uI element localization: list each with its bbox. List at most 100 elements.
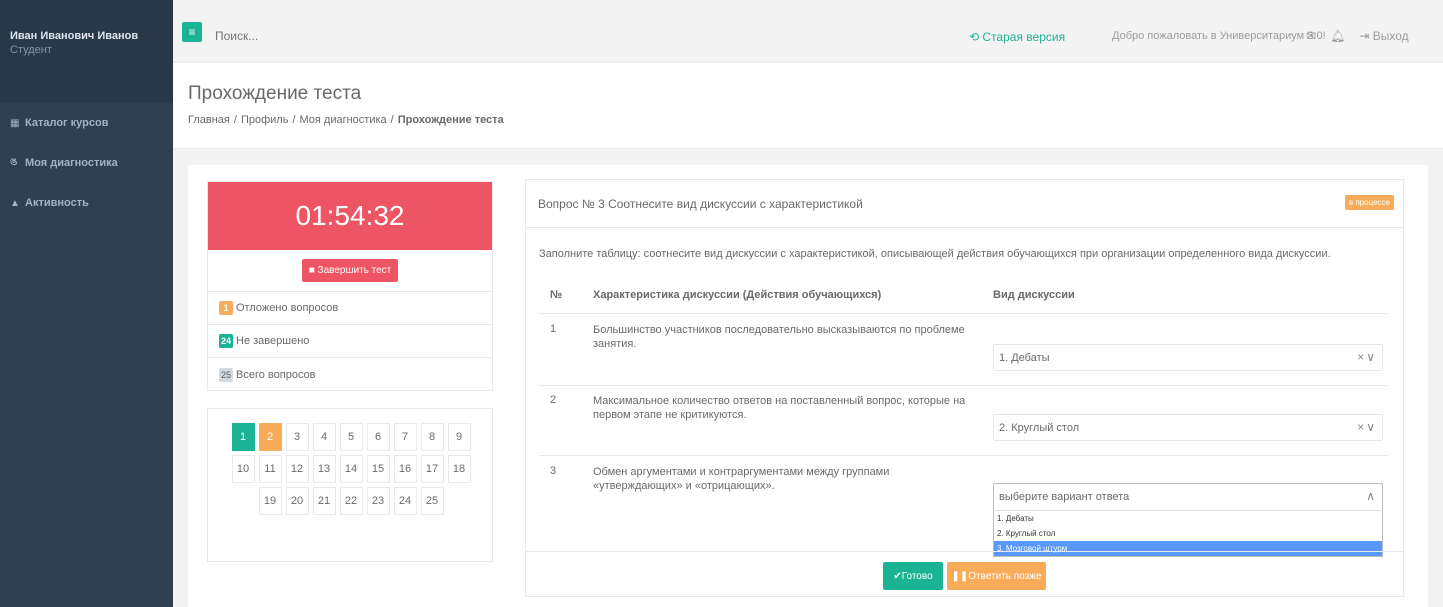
breadcrumb: Главная / Профиль / Моя диагностика / Прохожде… xyxy=(188,114,504,126)
stop-icon: ■ xyxy=(308,265,315,276)
row-characteristic: Большинство участников последовательно в… xyxy=(593,324,965,350)
header-characteristic: Характеристика дискуссии (Действия обуча… xyxy=(593,289,882,301)
user-profile: Иван Иванович Иванов Студент xyxy=(0,0,173,103)
clear-icon[interactable]: × xyxy=(1357,420,1366,434)
header-kind: Вид дискуссии xyxy=(993,289,1075,301)
breadcrumb-home[interactable]: Главная xyxy=(188,114,230,126)
question-number-15[interactable]: 15 xyxy=(366,455,390,483)
question-number-17[interactable]: 17 xyxy=(420,455,444,483)
bell-icon[interactable]: 🔔︎ xyxy=(1330,29,1345,43)
question-navigator: 1 2 3 4 5 6 7 8 9 10 11 12 13 14 15 16 17 18 19 20 21 22 23 24 2… xyxy=(207,408,493,562)
selected-value: 2. Круглый стол xyxy=(999,421,1080,434)
sidebar-item-label: Моя диагностика xyxy=(25,157,118,169)
menu-toggle-button[interactable]: ≡ xyxy=(182,22,202,42)
selected-value: 1. Дебаты xyxy=(999,351,1050,364)
question-instructions: Заполните таблицу: соотнесите вид дискус… xyxy=(539,248,1331,260)
dropdown-option-highlighted[interactable]: 3. Мозговой штурм xyxy=(994,541,1382,556)
th-large-icon: ▦ xyxy=(10,117,20,129)
question-number-5[interactable]: 5 xyxy=(339,423,363,451)
question-number-11[interactable]: 11 xyxy=(258,455,282,483)
top-icons: ✉ 🔔︎ ⇥ Выход xyxy=(1306,29,1409,43)
sidebar: Иван Иванович Иванов Студент ▦ Каталог к… xyxy=(0,0,173,607)
welcome-message: Добро пожаловать в Университариум 3.0! xyxy=(1112,30,1326,42)
logout-link[interactable]: ⇥ Выход xyxy=(1359,29,1408,43)
sidebar-item-catalog[interactable]: ▦ Каталог курсов xyxy=(0,103,173,143)
sidebar-item-diagnostics[interactable]: ঙ Моя диагностика xyxy=(0,143,173,183)
topbar: ≡ ⟲ Старая версия Добро пожаловать в Уни… xyxy=(173,0,1443,63)
user-role: Студент xyxy=(10,44,52,56)
sidebar-item-label: Каталог курсов xyxy=(25,117,109,129)
answer-later-button[interactable]: ❚❚Ответить позже xyxy=(947,562,1046,590)
question-number-9[interactable]: 9 xyxy=(447,423,471,451)
ready-button[interactable]: ✔Готово xyxy=(883,562,943,590)
question-number-8[interactable]: 8 xyxy=(420,423,444,451)
question-grid: 1 2 3 4 5 6 7 8 9 10 11 12 13 14 15 16 17 18 19 20 21 22 23 24 2… xyxy=(229,423,473,515)
page-title: Прохождение теста xyxy=(188,83,362,104)
timer: 01:54:32 xyxy=(208,182,492,250)
question-number-18[interactable]: 18 xyxy=(447,455,471,483)
envelope-icon[interactable]: ✉ xyxy=(1306,29,1316,43)
header-num: № xyxy=(550,289,563,301)
row-num: 3 xyxy=(550,465,557,477)
bars-icon: ≡ xyxy=(188,25,196,39)
status-badge: в процессе xyxy=(1344,195,1394,210)
breadcrumb-profile[interactable]: Профиль xyxy=(241,114,289,126)
question-number-4[interactable]: 4 xyxy=(312,423,336,451)
check-icon: ✔ xyxy=(893,570,902,582)
breadcrumb-current: Прохождение теста xyxy=(397,114,504,126)
question-number-22[interactable]: 22 xyxy=(339,487,363,515)
question-number-24[interactable]: 24 xyxy=(393,487,417,515)
finish-test-button[interactable]: ■ Завершить тест xyxy=(301,259,399,282)
recycle-icon: ⟲ xyxy=(969,30,980,44)
count-badge: 25 xyxy=(219,367,234,382)
question-number-6[interactable]: 6 xyxy=(366,423,390,451)
kind-select-1[interactable]: 1. Дебаты ×∨ xyxy=(993,344,1383,371)
count-badge: 1 xyxy=(219,301,233,315)
dropdown-option[interactable]: 2. Круглый стол xyxy=(994,526,1382,541)
question-number-13[interactable]: 13 xyxy=(312,455,336,483)
select-placeholder: выберите вариант ответа xyxy=(999,491,1130,503)
kind-select-2[interactable]: 2. Круглый стол ×∨ xyxy=(993,414,1383,441)
question-number-1[interactable]: 1 xyxy=(231,423,255,451)
question-number-20[interactable]: 20 xyxy=(285,487,309,515)
clear-icon[interactable]: × xyxy=(1357,350,1366,364)
user-name[interactable]: Иван Иванович Иванов xyxy=(10,30,173,42)
breadcrumb-diagnostics[interactable]: Моя диагностика xyxy=(300,114,387,126)
chevron-down-icon: ∨ xyxy=(1366,420,1377,434)
row-num: 2 xyxy=(550,394,557,406)
question-number-2[interactable]: 2 xyxy=(258,423,282,451)
row-num: 1 xyxy=(550,323,557,335)
count-badge: 24 xyxy=(219,334,234,348)
question-number-23[interactable]: 23 xyxy=(366,487,390,515)
question-number-12[interactable]: 12 xyxy=(285,455,309,483)
question-number-21[interactable]: 21 xyxy=(312,487,336,515)
content: 01:54:32 ■ Завершить тест 1 Отложено воп… xyxy=(188,165,1428,607)
chevron-up-icon: ∧ xyxy=(1366,489,1377,503)
old-version-link[interactable]: ⟲ Старая версия xyxy=(969,30,1065,44)
question-panel: Вопрос № 3 Соотнесите вид дискуссии с ха… xyxy=(525,179,1404,597)
question-number-14[interactable]: 14 xyxy=(339,455,363,483)
question-title: Вопрос № 3 Соотнесите вид дискуссии с ха… xyxy=(538,196,863,211)
question-number-10[interactable]: 10 xyxy=(231,455,255,483)
search-input[interactable] xyxy=(215,29,515,43)
question-number-19[interactable]: 19 xyxy=(258,487,282,515)
stat-postponed: 1 Отложено вопросов xyxy=(208,292,492,325)
stat-unfinished: 24 Не завершено xyxy=(208,325,492,358)
chevron-down-icon: ∨ xyxy=(1366,350,1377,364)
sign-out-icon: ⇥ xyxy=(1359,29,1370,43)
row-characteristic: Максимальное количество ответов на поста… xyxy=(593,395,966,421)
question-number-25[interactable]: 25 xyxy=(420,487,444,515)
sidebar-item-label: Активность xyxy=(25,197,89,209)
pause-icon: ❚❚ xyxy=(951,570,969,582)
kind-select-3[interactable]: выберите вариант ответа ∧ xyxy=(993,483,1383,510)
question-number-7[interactable]: 7 xyxy=(393,423,417,451)
flask-icon: ▲ xyxy=(10,197,20,209)
dropdown-option[interactable]: 1. Дебаты xyxy=(994,511,1382,526)
question-header: Вопрос № 3 Соотнесите вид дискуссии с ха… xyxy=(526,180,1403,228)
stat-total: 25 Всего вопросов xyxy=(219,367,316,382)
kind-dropdown: 1. Дебаты 2. Круглый стол 3. Мозговой шт… xyxy=(993,510,1383,557)
sidebar-item-activity[interactable]: ▲ Активность xyxy=(0,183,173,223)
question-number-3[interactable]: 3 xyxy=(285,423,309,451)
question-number-16[interactable]: 16 xyxy=(393,455,417,483)
timer-panel: 01:54:32 ■ Завершить тест 1 Отложено воп… xyxy=(207,181,493,391)
